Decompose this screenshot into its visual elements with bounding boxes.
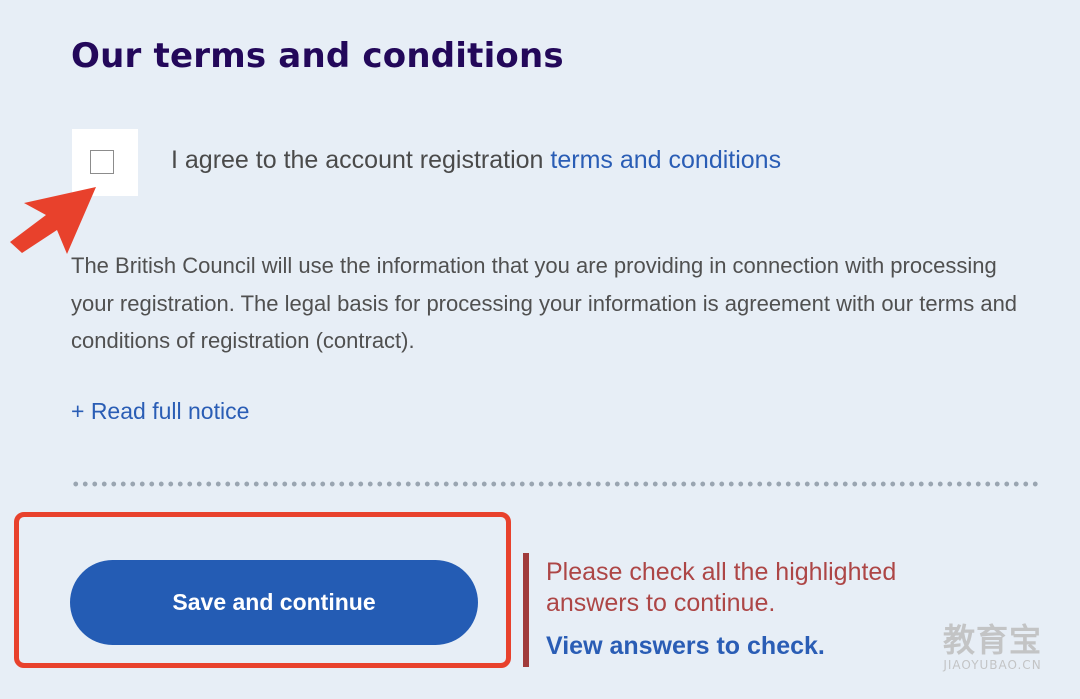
error-message: Please check all the highlighted answers…	[546, 558, 897, 617]
legal-notice-text: The British Council will use the informa…	[71, 253, 1018, 353]
section-title: Our terms and conditions	[71, 36, 564, 76]
view-answers-link[interactable]: View answers to check.	[546, 632, 825, 661]
terms-agree-label: I agree to the account registration term…	[171, 146, 781, 175]
dotted-divider	[71, 481, 1039, 487]
error-indicator-bar	[523, 553, 529, 667]
terms-link[interactable]: terms and conditions	[550, 146, 781, 174]
save-and-continue-button[interactable]: Save and continue	[70, 560, 478, 645]
checkbox-square-icon[interactable]	[90, 150, 114, 174]
read-full-notice-link[interactable]: + Read full notice	[71, 398, 249, 425]
watermark-sub-text: JIAOYUBAO.CN	[943, 658, 1042, 672]
watermark-main-text: 教育宝	[942, 621, 1042, 659]
watermark-logo: 教育宝 JIAOYUBAO.CN	[920, 622, 1065, 672]
terms-agree-prefix: I agree to the account registration	[171, 146, 544, 174]
